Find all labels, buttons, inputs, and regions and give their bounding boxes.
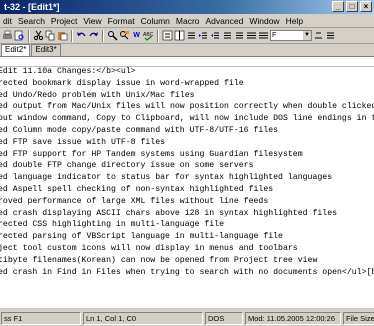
status-file-format: DOS bbox=[205, 311, 243, 325]
maximize-button[interactable]: □ bbox=[346, 1, 358, 12]
find-icon[interactable] bbox=[107, 30, 118, 41]
undo-icon[interactable] bbox=[76, 30, 87, 41]
list-icon[interactable] bbox=[186, 30, 197, 41]
editor-line: roved performance of large XML files wit… bbox=[0, 196, 269, 206]
print-preview-icon[interactable] bbox=[14, 30, 25, 41]
font-selector-value: F bbox=[272, 32, 277, 39]
window-title: t-32 - [Edit1*] bbox=[4, 2, 60, 12]
status-help: ss F1 bbox=[1, 311, 81, 325]
spell-check-icon[interactable]: ABC bbox=[143, 30, 154, 41]
paste-icon[interactable] bbox=[57, 30, 68, 41]
menu-view[interactable]: View bbox=[80, 16, 104, 26]
menu-search[interactable]: Search bbox=[15, 16, 48, 26]
tab-edit2[interactable]: Edit2* bbox=[1, 44, 31, 56]
align-icon[interactable] bbox=[246, 30, 257, 41]
toolbar-separator bbox=[71, 29, 73, 42]
toolbar-separator bbox=[28, 29, 30, 42]
menu-advanced[interactable]: Advanced bbox=[203, 16, 247, 26]
editor-line: ed output from Mac/Unix files will now p… bbox=[0, 102, 374, 112]
column-mode-icon[interactable] bbox=[174, 30, 185, 41]
status-modified-date: Mod: 11.05.2005 12:00:26 bbox=[245, 311, 341, 325]
print-icon[interactable] bbox=[2, 30, 13, 41]
ruler bbox=[0, 57, 374, 67]
editor-line: ed FTP save issue with UTF-8 files bbox=[0, 137, 166, 147]
editor-line: tibyte filenames(Korean) can now be open… bbox=[0, 255, 318, 265]
menu-help[interactable]: Help bbox=[283, 16, 306, 26]
menu-format[interactable]: Format bbox=[105, 16, 138, 26]
text-editor[interactable]: Edit 11.10a Changes:</b><ul> rected book… bbox=[0, 67, 374, 308]
editor-line: ed Undo/Redo problem with Unix/Mac files bbox=[0, 90, 195, 100]
toolbar-separator bbox=[102, 29, 104, 42]
editor-line: rected CSS highlighting in multi-languag… bbox=[0, 220, 225, 230]
toolbar: W ABC F ▼ bbox=[0, 28, 374, 44]
font-selector[interactable]: F ▼ bbox=[270, 30, 312, 41]
editor-line: ed Column mode copy/paste command with U… bbox=[0, 126, 279, 135]
justify-icon[interactable] bbox=[258, 30, 269, 41]
menu-edit[interactable]: dit bbox=[0, 16, 15, 26]
status-file-size: File Size: 1425 bbox=[343, 311, 374, 325]
editor-line: rected bookmark display issue in word-wr… bbox=[0, 78, 244, 88]
menu-macro[interactable]: Macro bbox=[173, 16, 203, 26]
font-bold-icon[interactable] bbox=[313, 30, 324, 41]
cut-icon[interactable] bbox=[33, 30, 44, 41]
replace-icon[interactable] bbox=[119, 30, 130, 41]
editor-line: ed language indicator to status bar for … bbox=[0, 173, 333, 183]
title-bar: t-32 - [Edit1*] _ □ × bbox=[0, 0, 374, 14]
editor-line: ed crash in Find in Files when trying to… bbox=[0, 267, 374, 277]
toolbar-separator bbox=[157, 29, 159, 42]
editor-line: ject tool custom icons will now display … bbox=[0, 244, 298, 253]
editor-line: ed FTP support for HP Tandem systems usi… bbox=[0, 149, 303, 159]
outdent-icon[interactable] bbox=[210, 30, 221, 41]
document-tabs: Edit2* Edit3* bbox=[0, 44, 374, 57]
svg-text:ABC: ABC bbox=[143, 32, 154, 38]
editor-line: Edit 11.10a Changes:</b><ul> bbox=[0, 67, 136, 76]
chevron-down-icon[interactable]: ▼ bbox=[303, 31, 311, 40]
indent-icon[interactable] bbox=[198, 30, 209, 41]
copy-icon[interactable] bbox=[45, 30, 56, 41]
font-size-icon[interactable] bbox=[325, 30, 336, 41]
uncomment-icon[interactable] bbox=[234, 30, 245, 41]
comment-icon[interactable] bbox=[222, 30, 233, 41]
menu-column[interactable]: Column bbox=[138, 16, 173, 26]
editor-line: ed double FTP change directory issue on … bbox=[0, 161, 254, 171]
close-button[interactable]: × bbox=[360, 1, 372, 12]
status-position: Ln 1, Col 1, C0 bbox=[83, 311, 203, 325]
tab-edit3[interactable]: Edit3* bbox=[31, 44, 61, 56]
menu-bar: dit Search Project View Format Column Ma… bbox=[0, 14, 374, 28]
menu-window[interactable]: Window bbox=[246, 16, 282, 26]
status-bar: ss F1 Ln 1, Col 1, C0 DOS Mod: 11.05.200… bbox=[0, 310, 374, 326]
editor-line: ed crash displaying ASCII chars above 12… bbox=[0, 208, 338, 218]
hex-mode-icon[interactable] bbox=[162, 30, 173, 41]
menu-project[interactable]: Project bbox=[48, 16, 80, 26]
word-wrap-icon[interactable]: W bbox=[131, 30, 142, 41]
minimize-button[interactable]: _ bbox=[332, 1, 344, 12]
editor-line: rected parsing of VBScript language in m… bbox=[0, 232, 283, 242]
redo-icon[interactable] bbox=[88, 30, 99, 41]
editor-line: ed Aspell spell checking of non-syntax h… bbox=[0, 185, 274, 194]
editor-line: put window command, Copy to Clipboard, w… bbox=[0, 114, 374, 124]
